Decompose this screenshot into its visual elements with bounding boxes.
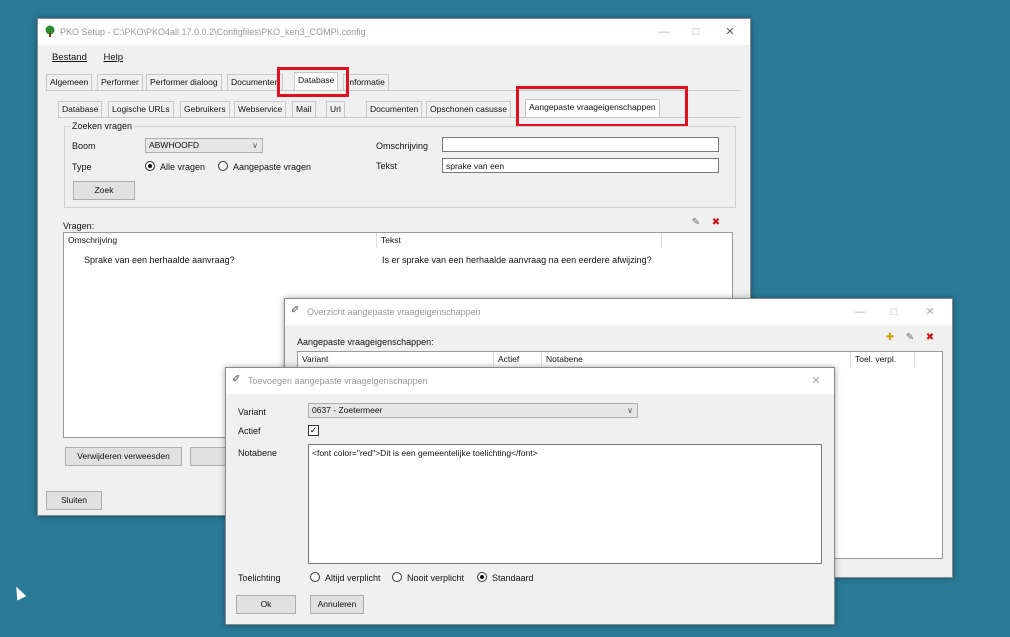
add-icon[interactable]: ✚ xyxy=(883,332,897,344)
variant-value: 0637 - Zoetermeer xyxy=(312,405,383,415)
variant-label: Variant xyxy=(238,407,266,417)
search-group-label: Zoeken vragen xyxy=(70,121,135,131)
variant-dropdown[interactable]: 0637 - Zoetermeer ∨ xyxy=(308,403,638,418)
radio-nooit-verplicht[interactable] xyxy=(392,572,402,582)
add-dialog-close-button[interactable]: ✕ xyxy=(804,373,828,389)
subtab-opschonen[interactable]: Opschonen casusse xyxy=(426,101,512,117)
col-notabene[interactable]: Notabene xyxy=(542,352,851,367)
radio-nooit-verplicht-label: Nooit verplicht xyxy=(407,573,465,583)
add-dialog-titlebar: ✐ Toevoegen aangepaste vraageigenschappe… xyxy=(226,368,834,394)
subtab-logische-urls[interactable]: Logische URLs xyxy=(108,101,174,117)
menu-bar: Bestand Help xyxy=(52,52,137,63)
table-row[interactable]: Sprake van een herhaalde aanvraag? Is er… xyxy=(64,255,664,269)
settings-icon: ✐ xyxy=(232,374,241,385)
ok-button[interactable]: Ok xyxy=(236,595,296,614)
col-omschrijving[interactable]: Omschrijving xyxy=(64,233,377,248)
subtab-webservice[interactable]: Webservice xyxy=(234,101,287,117)
row-omschrijving: Sprake van een herhaalde aanvraag? xyxy=(84,255,235,265)
col-variant[interactable]: Variant xyxy=(298,352,494,367)
maximize-button[interactable]: □ xyxy=(684,24,708,40)
chevron-down-icon: ∨ xyxy=(252,141,258,150)
delete-icon[interactable]: ✖ xyxy=(923,332,937,344)
highlight-database-tab xyxy=(277,67,349,97)
vragen-label: Vragen: xyxy=(63,221,95,231)
overview-minimize-button[interactable]: — xyxy=(848,304,872,320)
radio-standaard-label: Standaard xyxy=(492,573,534,583)
radio-alle-vragen-label: Alle vragen xyxy=(160,162,206,172)
radio-altijd-verplicht-label: Altijd verplicht xyxy=(325,573,381,583)
close-button[interactable]: ✕ xyxy=(718,24,742,40)
tab-performer[interactable]: Performer xyxy=(97,74,143,90)
radio-standaard[interactable] xyxy=(477,572,487,582)
menu-help[interactable]: Help xyxy=(104,52,124,63)
omschrijving-input[interactable] xyxy=(442,137,719,152)
radio-aangepaste-vragen-label: Aangepaste vragen xyxy=(233,162,312,172)
main-titlebar: PKO Setup - C:\PKO\PKO4all 17.0.0.2\Conf… xyxy=(38,19,750,45)
overview-titlebar: ✐ Overzicht aangepaste vraageigenschappe… xyxy=(285,299,952,325)
actief-checkbox[interactable]: ✓ xyxy=(308,425,319,436)
annuleren-button[interactable]: Annuleren xyxy=(310,595,364,614)
sluiten-button[interactable]: Sluiten xyxy=(46,491,102,510)
settings-icon: ✐ xyxy=(291,305,300,316)
col-tekst[interactable]: Tekst xyxy=(377,233,662,248)
row-tekst: Is er sprake van een herhaalde aanvraag … xyxy=(382,255,652,265)
col-toel-verpl[interactable]: Toel. verpl. xyxy=(851,352,915,367)
radio-altijd-verplicht[interactable] xyxy=(310,572,320,582)
delete-icon[interactable]: ✖ xyxy=(709,217,723,229)
radio-alle-vragen[interactable] xyxy=(145,161,155,171)
highlight-aangepaste-tab xyxy=(516,86,688,127)
edit-icon[interactable]: ✎ xyxy=(689,217,703,229)
subtab-database[interactable]: Database xyxy=(58,101,103,117)
notabene-textarea[interactable]: <font color="red">Dit is een gemeentelij… xyxy=(308,444,822,564)
add-dialog: ✐ Toevoegen aangepaste vraageigenschappe… xyxy=(225,367,835,625)
type-label: Type xyxy=(72,162,92,172)
tree-app-icon xyxy=(45,25,55,37)
overview-list-label: Aangepaste vraageigenschappen: xyxy=(297,337,434,347)
omschrijving-label: Omschrijving xyxy=(376,141,429,151)
col-actief[interactable]: Actief xyxy=(494,352,542,367)
main-window-title: PKO Setup - C:\PKO\PKO4all 17.0.0.2\Conf… xyxy=(60,27,366,37)
overview-maximize-button[interactable]: □ xyxy=(882,304,906,320)
chevron-down-icon: ∨ xyxy=(627,406,633,415)
zoek-button[interactable]: Zoek xyxy=(73,181,135,200)
mouse-cursor-icon xyxy=(11,584,27,601)
tab-algemeen[interactable]: Algemeen xyxy=(46,74,93,90)
notabene-label: Notabene xyxy=(238,448,278,458)
overview-title: Overzicht aangepaste vraageigenschappen xyxy=(307,307,481,317)
hidden-button[interactable] xyxy=(190,447,230,466)
tekst-label: Tekst xyxy=(376,161,398,171)
minimize-button[interactable]: — xyxy=(652,24,676,40)
tekst-input[interactable]: sprake van een xyxy=(442,158,719,173)
boom-label: Boom xyxy=(72,141,96,151)
add-dialog-title: Toevoegen aangepaste vraageigenschappen xyxy=(248,376,428,386)
boom-dropdown[interactable]: ABWHOOFD ∨ xyxy=(145,138,263,153)
overview-close-button[interactable]: ✕ xyxy=(918,304,942,320)
tab-documenten[interactable]: Documenten xyxy=(227,74,284,90)
tab-performer-dialoog[interactable]: Performer dialoog xyxy=(146,74,222,90)
subtab-documenten[interactable]: Documenten xyxy=(366,101,423,117)
actief-label: Actief xyxy=(238,426,261,436)
toelichting-label: Toelichting xyxy=(238,573,281,583)
edit-icon[interactable]: ✎ xyxy=(903,332,917,344)
notabene-value: <font color="red">Dit is een gemeentelij… xyxy=(312,448,538,458)
subtab-url[interactable]: Url xyxy=(326,101,345,117)
boom-value: ABWHOOFD xyxy=(149,140,200,150)
subtab-mail[interactable]: Mail xyxy=(292,101,316,117)
menu-bestand[interactable]: Bestand xyxy=(52,52,87,63)
subtab-gebruikers[interactable]: Gebruikers xyxy=(180,101,230,117)
radio-aangepaste-vragen[interactable] xyxy=(218,161,228,171)
tab-informatie[interactable]: Informatie xyxy=(343,74,389,90)
verwijderen-verweesden-button[interactable]: Verwijderen verweesden xyxy=(65,447,182,466)
